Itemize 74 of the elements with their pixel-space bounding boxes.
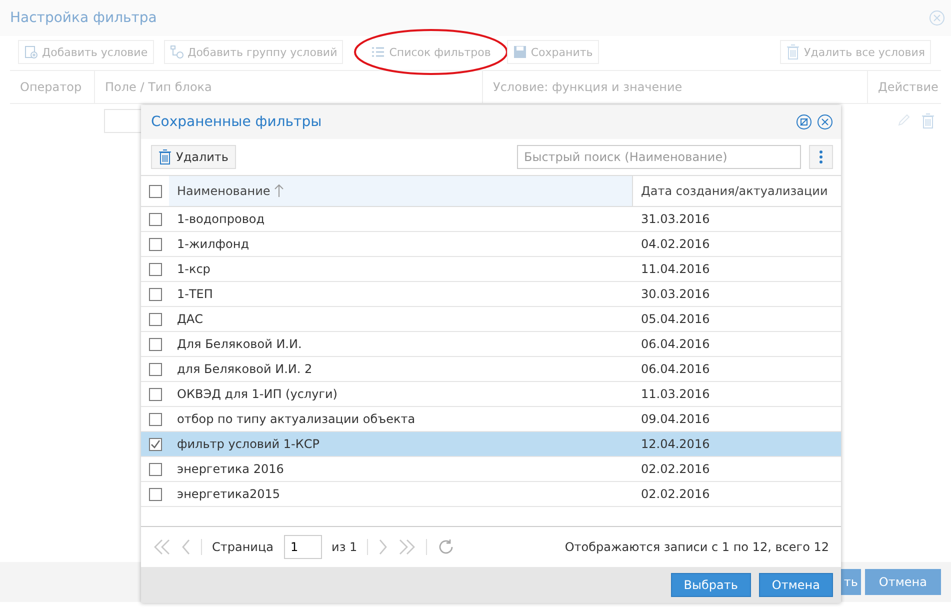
- column-header: Условие: функция и значение: [482, 71, 867, 103]
- table-cell-text: энергетика 2016: [176, 461, 285, 478]
- document-plus-icon: [24, 45, 38, 59]
- table-row[interactable]: энергетика2015 02.02.2016: [141, 482, 841, 507]
- table-cell-text: 1-жилфонд: [176, 236, 250, 253]
- table-cell-text: 02.02.2016: [640, 461, 711, 478]
- table-cell-text: 06.04.2016: [640, 361, 711, 378]
- checkbox[interactable]: [148, 262, 162, 276]
- dialog-title: Настройка фильтра: [10, 10, 157, 26]
- column-header: Действие: [867, 71, 941, 103]
- table-cell-text: Для Беляковой И.И.: [176, 336, 303, 353]
- table-cell-text: 06.04.2016: [640, 336, 711, 353]
- table-row[interactable]: энергетика 2016 02.02.2016: [141, 457, 841, 482]
- checkbox[interactable]: [148, 388, 162, 400]
- checkbox[interactable]: [148, 462, 162, 476]
- table-cell-text: 31.03.2016: [640, 211, 711, 228]
- close-icon[interactable]: [817, 114, 833, 130]
- more-menu-button[interactable]: [809, 145, 833, 169]
- tree-plus-icon: [170, 45, 184, 59]
- records-summary: Отображаются записи с 1 по 12, всего 12: [564, 540, 829, 554]
- table-row[interactable]: 1-кср 11.04.2016: [141, 257, 841, 282]
- table-cell-text: 11.04.2016: [640, 261, 711, 278]
- table-row[interactable]: 1-ТЕП 30.03.2016: [141, 282, 841, 307]
- table-cell-text: ОКВЭД для 1-ИП (услуги): [176, 386, 338, 403]
- list-icon: [371, 46, 386, 58]
- search-field[interactable]: Быстрый поиск (Наименование): [517, 145, 801, 169]
- checkbox[interactable]: [148, 184, 162, 198]
- checkbox[interactable]: [148, 362, 162, 376]
- table-cell-text: фильтр условий 1-КСР: [176, 436, 321, 453]
- table-cell-text: для Беляковой И.И. 2: [176, 361, 314, 378]
- table-cell-text: 02.02.2016: [640, 486, 711, 503]
- table-row[interactable]: для Беляковой И.И. 2 06.04.2016: [141, 357, 841, 382]
- table-row[interactable]: Для Беляковой И.И. 06.04.2016: [141, 332, 841, 357]
- table-cell-text: 12.04.2016: [640, 436, 711, 453]
- page-label: Страница: [212, 540, 274, 554]
- restore-icon[interactable]: [796, 114, 812, 130]
- table-cell-text: 1-водопровод: [176, 211, 266, 228]
- column-header[interactable]: Наименование: [169, 176, 632, 206]
- sort-up-arrow-icon: [274, 184, 284, 198]
- checkbox[interactable]: [148, 438, 162, 450]
- table-cell-text: 1-ТЕП: [176, 286, 214, 303]
- checkbox[interactable]: [148, 238, 162, 250]
- vertical-dots-icon: [819, 150, 823, 164]
- column-header: Оператор: [19, 79, 83, 96]
- table-cell-text: отбор по типу актуализации объекта: [176, 411, 416, 428]
- table-cell-text: 05.04.2016: [640, 311, 711, 328]
- table-row[interactable]: ОКВЭД для 1-ИП (услуги) 11.03.2016: [141, 382, 841, 407]
- check-icon: [150, 438, 160, 450]
- table-cell-text: 30.03.2016: [640, 286, 711, 303]
- column-header: Поле / Тип блока: [94, 71, 482, 103]
- modal-title: Сохраненные фильтры: [151, 114, 322, 130]
- table-row[interactable]: фильтр условий 1-КСР 12.04.2016: [141, 432, 841, 457]
- refresh-icon[interactable]: [437, 538, 456, 556]
- checkbox[interactable]: [148, 338, 162, 350]
- checkbox[interactable]: [148, 488, 162, 500]
- checkbox[interactable]: [148, 288, 162, 300]
- table-cell-text: ДАС: [176, 311, 204, 328]
- checkbox[interactable]: [148, 412, 162, 426]
- table-cell-text: 09.04.2016: [640, 411, 711, 428]
- table-cell-text: 11.03.2016: [640, 386, 711, 403]
- page-number-field[interactable]: 1: [284, 535, 322, 559]
- trash-icon: [158, 149, 172, 165]
- table-row[interactable]: 1-жилфонд 04.02.2016: [141, 232, 841, 257]
- delete-button[interactable]: Удалить: [151, 145, 236, 169]
- table-cell-text: 1-кср: [176, 261, 212, 278]
- table-row[interactable]: ДАС 05.04.2016: [141, 307, 841, 332]
- table-cell-text: 04.02.2016: [640, 236, 711, 253]
- checkbox[interactable]: [148, 312, 162, 326]
- page-count-label: из 1: [332, 540, 358, 554]
- table-cell-text: энергетика2015: [176, 486, 282, 503]
- checkbox[interactable]: [148, 212, 162, 226]
- trash-icon: [786, 44, 800, 60]
- column-header[interactable]: Дата создания/актуализации: [632, 176, 841, 206]
- table-row[interactable]: 1-водопровод 31.03.2016: [141, 207, 841, 232]
